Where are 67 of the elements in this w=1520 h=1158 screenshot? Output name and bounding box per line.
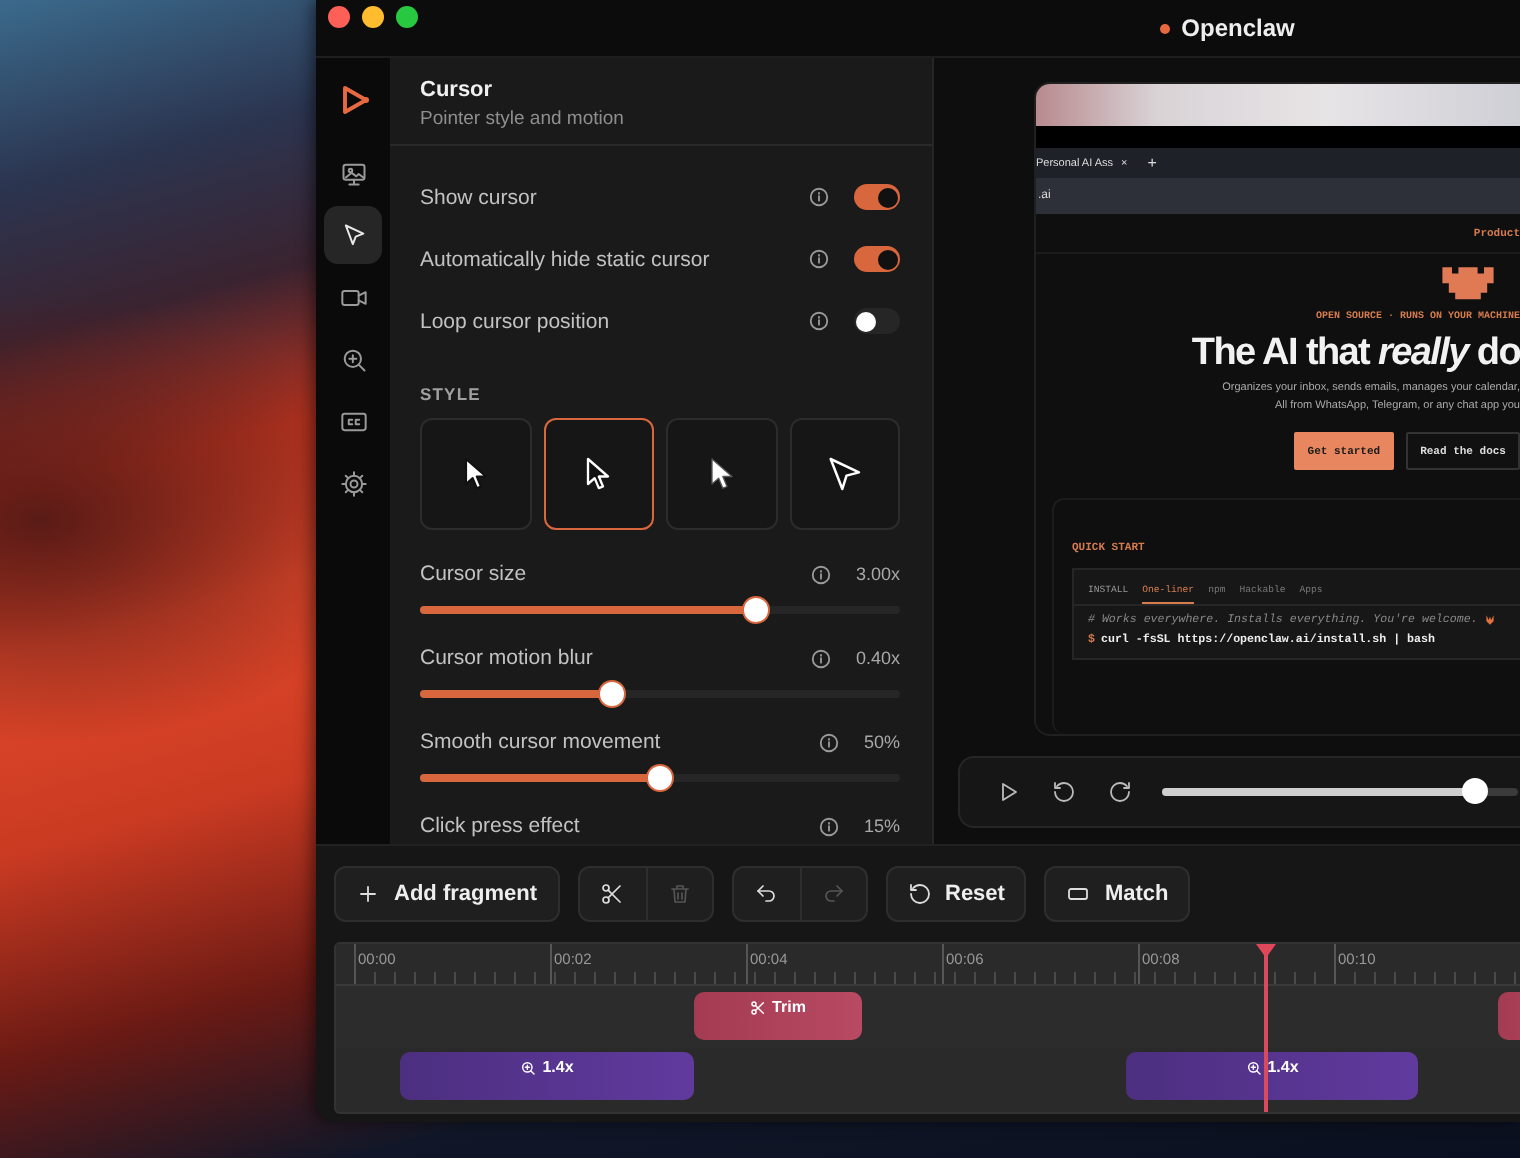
value-reading: 15%: [863, 816, 900, 836]
reset-icon: [907, 882, 931, 906]
zoom-icon: [339, 345, 367, 373]
value-reading: 3.00x: [855, 564, 900, 584]
monitor-image-icon: [339, 159, 367, 187]
cursor-style-option[interactable]: [666, 418, 777, 530]
slider-thumb[interactable]: [648, 766, 672, 790]
setting-label: Cursor motion blur: [420, 646, 595, 670]
slider-thumb[interactable]: [600, 682, 624, 706]
setting-label: Cursor size: [420, 562, 529, 586]
cursor-style-option[interactable]: [543, 418, 654, 530]
info-icon: [817, 815, 840, 837]
panel-subtitle: Pointer style and motion: [420, 108, 626, 130]
value-reading: 50%: [863, 732, 900, 752]
info-icon: [809, 563, 832, 585]
headline: The AI that really do: [1191, 332, 1520, 376]
toggle-switch[interactable]: [854, 246, 900, 272]
info-icon: [808, 248, 830, 270]
clip-label: 1.4x: [542, 1058, 574, 1076]
zoom-button[interactable]: [396, 6, 418, 28]
setting-label: Automatically hide static cursor: [420, 247, 712, 271]
playback-thumb[interactable]: [1461, 778, 1488, 804]
toggle-switch[interactable]: [854, 184, 900, 210]
info-icon: [808, 186, 830, 208]
setting-label: Smooth cursor movement: [420, 730, 663, 754]
value-reading: 0.40x: [855, 648, 900, 668]
reset-button[interactable]: Reset: [885, 866, 1027, 922]
zoom-clip[interactable]: 1.4x: [400, 1052, 694, 1100]
clip-label: Trim: [772, 998, 806, 1016]
add-fragment-button[interactable]: Add fragment: [334, 866, 559, 922]
rotate-left-icon: [1052, 780, 1076, 804]
rectangle-icon: [1066, 882, 1091, 906]
info-icon: [808, 310, 830, 332]
plus-icon: [356, 882, 380, 906]
trash-icon: [667, 882, 691, 906]
claw-icon: [1483, 613, 1496, 625]
info-icon: [809, 647, 832, 669]
panel-title: Cursor: [420, 78, 495, 102]
undo-icon: [754, 882, 778, 906]
window-title: Openclaw: [1181, 14, 1295, 42]
info-icon: [817, 731, 840, 753]
cursor-icon: [339, 221, 367, 249]
minimize-button[interactable]: [362, 6, 384, 28]
play-icon: [996, 780, 1020, 804]
pointer-arrow-icon: [824, 454, 865, 494]
clip-label: 1.4x: [1267, 1058, 1299, 1076]
cursor-style-option[interactable]: [789, 418, 900, 530]
trim-clip[interactable]: Trim: [694, 992, 862, 1040]
setting-label: Show cursor: [420, 185, 539, 209]
setting-label: Loop cursor position: [420, 309, 612, 333]
recording-dot-icon: [1159, 23, 1170, 33]
toggle-switch[interactable]: [854, 308, 900, 334]
redo-icon: [821, 882, 845, 906]
zoom-clip[interactable]: 1.4x: [1126, 1052, 1418, 1100]
scissors-icon: [750, 999, 767, 1015]
sidebar-item[interactable]: [324, 206, 382, 264]
captions-icon: [339, 407, 367, 435]
settings-icon: [339, 469, 367, 497]
close-button[interactable]: [328, 6, 350, 28]
rotate-right-icon: [1108, 780, 1132, 804]
scissors-icon: [600, 882, 624, 906]
section-heading: STYLE: [420, 384, 483, 404]
slider-thumb[interactable]: [744, 598, 768, 622]
setting-label: Click press effect: [420, 814, 582, 838]
new-tab-button[interactable]: +: [1147, 154, 1157, 172]
match-button[interactable]: Match: [1044, 866, 1191, 922]
zoom-icon: [520, 1059, 537, 1075]
